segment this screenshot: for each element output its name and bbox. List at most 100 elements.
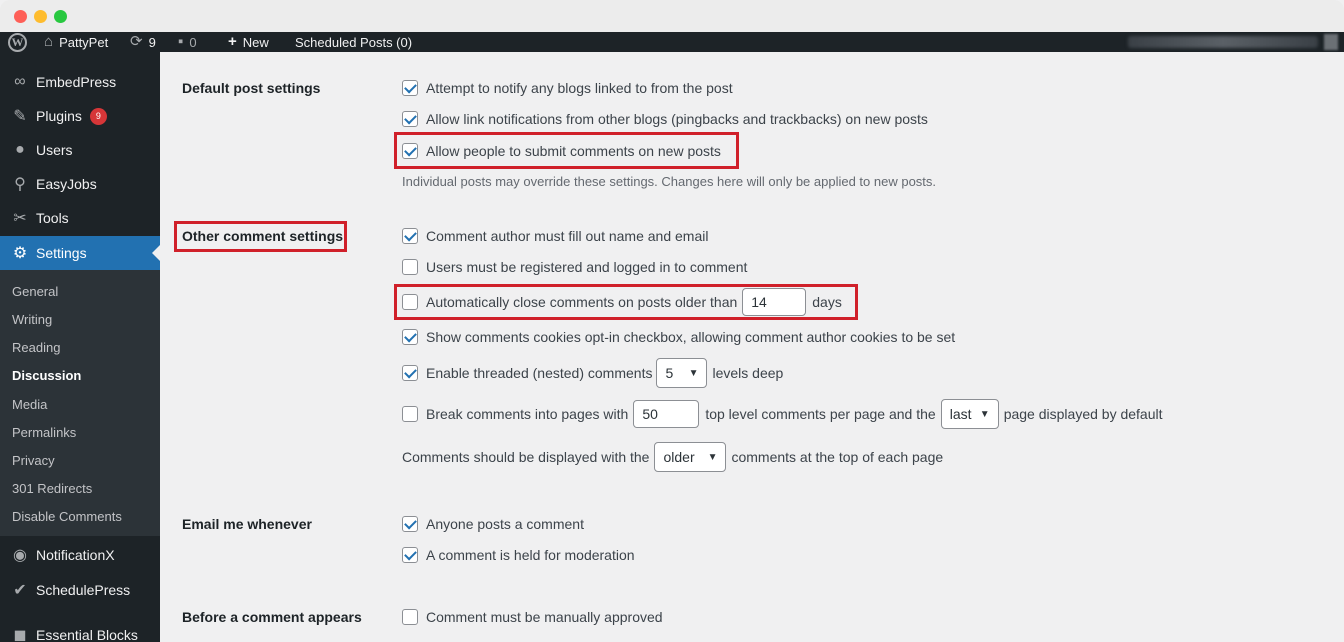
author-required-checkbox[interactable] <box>402 228 418 244</box>
sidebar-item-label: EmbedPress <box>36 74 117 90</box>
wordpress-logo-icon: W <box>8 32 27 52</box>
option-label: Attempt to notify any blogs linked to fr… <box>426 80 733 96</box>
manually-approved-option[interactable]: Comment must be manually approved <box>402 609 663 625</box>
paged-middle-label: top level comments per page and the <box>705 406 936 422</box>
admin-bar: W ⌂ PattyPet ⟳ 9 ▪ 0 + New Scheduled Pos… <box>0 32 1344 52</box>
home-icon: ⌂ <box>44 33 54 50</box>
submenu-301-redirects[interactable]: 301 Redirects <box>12 481 92 496</box>
avatar[interactable] <box>1324 34 1338 50</box>
admin-sidebar: ∞ EmbedPress ✎ Plugins 9 ● Users ⚲ EasyJ… <box>0 52 160 642</box>
submenu-general[interactable]: General <box>12 284 58 299</box>
updates-count: 9 <box>148 34 156 50</box>
manually-approved-checkbox[interactable] <box>402 609 418 625</box>
cookies-optin-checkbox[interactable] <box>402 329 418 345</box>
sidebar-item-essential-blocks[interactable]: ◼ Essential Blocks <box>0 618 160 642</box>
thread-depth-select[interactable]: 5 ▼ <box>656 358 708 388</box>
option-label: Enable threaded (nested) comments <box>426 365 653 381</box>
close-window-button[interactable] <box>14 10 27 23</box>
comments-link[interactable]: ▪ 0 <box>178 32 197 52</box>
chevron-down-icon: ▼ <box>688 367 699 379</box>
sidebar-item-label: Essential Blocks <box>36 627 138 642</box>
comments-count: 0 <box>189 34 197 50</box>
comment-bubble-icon: ▪ <box>178 33 184 50</box>
default-post-settings-label: Default post settings <box>182 80 321 96</box>
minimize-window-button[interactable] <box>34 10 47 23</box>
threaded-comments-checkbox[interactable] <box>402 365 418 381</box>
sidebar-item-easyjobs[interactable]: ⚲ EasyJobs <box>0 167 160 201</box>
registered-required-option[interactable]: Users must be registered and logged in t… <box>402 259 747 275</box>
sidebar-item-label: SchedulePress <box>36 582 131 598</box>
option-label: Show comments cookies opt-in checkbox, a… <box>426 329 956 345</box>
site-name: PattyPet <box>59 34 109 50</box>
held-moderation-option[interactable]: A comment is held for moderation <box>402 547 635 563</box>
submenu-permalinks[interactable]: Permalinks <box>12 425 76 440</box>
maximize-window-button[interactable] <box>54 10 67 23</box>
notify-linked-blogs-checkbox[interactable] <box>402 80 418 96</box>
order-prefix-label: Comments should be displayed with the <box>402 449 650 465</box>
pingbacks-checkbox[interactable] <box>402 111 418 127</box>
default-page-select[interactable]: last ▼ <box>940 399 999 429</box>
sidebar-item-plugins[interactable]: ✎ Plugins 9 <box>0 99 160 133</box>
tools-icon: ✂ <box>13 210 27 227</box>
submenu-reading[interactable]: Reading <box>12 340 60 355</box>
notify-linked-blogs-option[interactable]: Attempt to notify any blogs linked to fr… <box>402 80 733 96</box>
plugins-icon: ✎ <box>13 108 27 125</box>
sidebar-item-schedulepress[interactable]: ✔ SchedulePress <box>0 573 160 607</box>
site-name-link[interactable]: ⌂ PattyPet <box>44 32 108 52</box>
registered-required-checkbox[interactable] <box>402 259 418 275</box>
discussion-settings-form: Default post settings Attempt to notify … <box>160 52 1344 642</box>
comment-order-option: Comments should be displayed with the ol… <box>402 442 943 472</box>
option-label: A comment is held for moderation <box>426 547 635 563</box>
comment-order-select[interactable]: older ▼ <box>654 442 727 472</box>
window-titlebar <box>0 0 1344 32</box>
updates-link[interactable]: ⟳ 9 <box>130 32 156 52</box>
select-value: older <box>663 449 695 465</box>
pingbacks-option[interactable]: Allow link notifications from other blog… <box>402 111 928 127</box>
sidebar-item-users[interactable]: ● Users <box>0 133 160 167</box>
submenu-media[interactable]: Media <box>12 397 47 412</box>
sidebar-item-tools[interactable]: ✂ Tools <box>0 201 160 235</box>
anyone-posts-option[interactable]: Anyone posts a comment <box>402 516 584 532</box>
select-value: 5 <box>665 365 674 381</box>
embedpress-icon: ∞ <box>14 73 26 90</box>
held-moderation-checkbox[interactable] <box>402 547 418 563</box>
paged-suffix-label: page displayed by default <box>1003 406 1163 422</box>
plus-icon: + <box>228 33 237 50</box>
schedulepress-icon: ✔ <box>13 582 27 599</box>
scheduled-posts-label: Scheduled Posts (0) <box>295 34 413 50</box>
email-me-whenever-label: Email me whenever <box>182 516 312 532</box>
threaded-comments-option: Enable threaded (nested) comments 5 ▼ le… <box>402 358 783 388</box>
submenu-disable-comments[interactable]: Disable Comments <box>12 509 122 524</box>
settings-icon: ⚙ <box>12 245 28 262</box>
paged-comments-checkbox[interactable] <box>402 406 418 422</box>
sidebar-item-label: NotificationX <box>36 547 115 563</box>
submenu-writing[interactable]: Writing <box>12 312 52 327</box>
chevron-down-icon: ▼ <box>979 408 990 420</box>
sidebar-item-label: Settings <box>36 245 87 261</box>
scheduled-posts-link[interactable]: Scheduled Posts (0) <box>295 32 412 52</box>
cookies-optin-option[interactable]: Show comments cookies opt-in checkbox, a… <box>402 329 955 345</box>
highlight-box <box>394 132 739 169</box>
notificationx-icon: ◉ <box>13 547 27 564</box>
sidebar-item-embedpress[interactable]: ∞ EmbedPress <box>0 65 160 99</box>
sidebar-item-notificationx[interactable]: ◉ NotificationX <box>0 538 160 572</box>
anyone-posts-checkbox[interactable] <box>402 516 418 532</box>
sidebar-item-settings[interactable]: ⚙ Settings <box>0 236 160 270</box>
wordpress-logo-link[interactable]: W <box>8 32 27 52</box>
option-label: Users must be registered and logged in t… <box>426 259 748 275</box>
plugins-update-badge: 9 <box>89 107 107 125</box>
sidebar-item-label: EasyJobs <box>36 176 97 192</box>
account-menu-blurred[interactable] <box>1128 36 1318 48</box>
submenu-discussion[interactable]: Discussion <box>12 368 81 383</box>
new-content-link[interactable]: + New <box>228 32 269 52</box>
comments-per-page-input[interactable]: 50 <box>633 400 700 428</box>
before-comment-appears-label: Before a comment appears <box>182 609 362 625</box>
order-suffix-label: comments at the top of each page <box>731 449 944 465</box>
default-post-description: Individual posts may override these sett… <box>402 174 937 189</box>
author-required-option[interactable]: Comment author must fill out name and em… <box>402 228 708 244</box>
chevron-down-icon: ▼ <box>707 451 718 463</box>
submenu-privacy[interactable]: Privacy <box>12 453 55 468</box>
easyjobs-icon: ⚲ <box>14 176 26 193</box>
option-label: Comment must be manually approved <box>426 609 663 625</box>
new-label: New <box>242 34 269 50</box>
